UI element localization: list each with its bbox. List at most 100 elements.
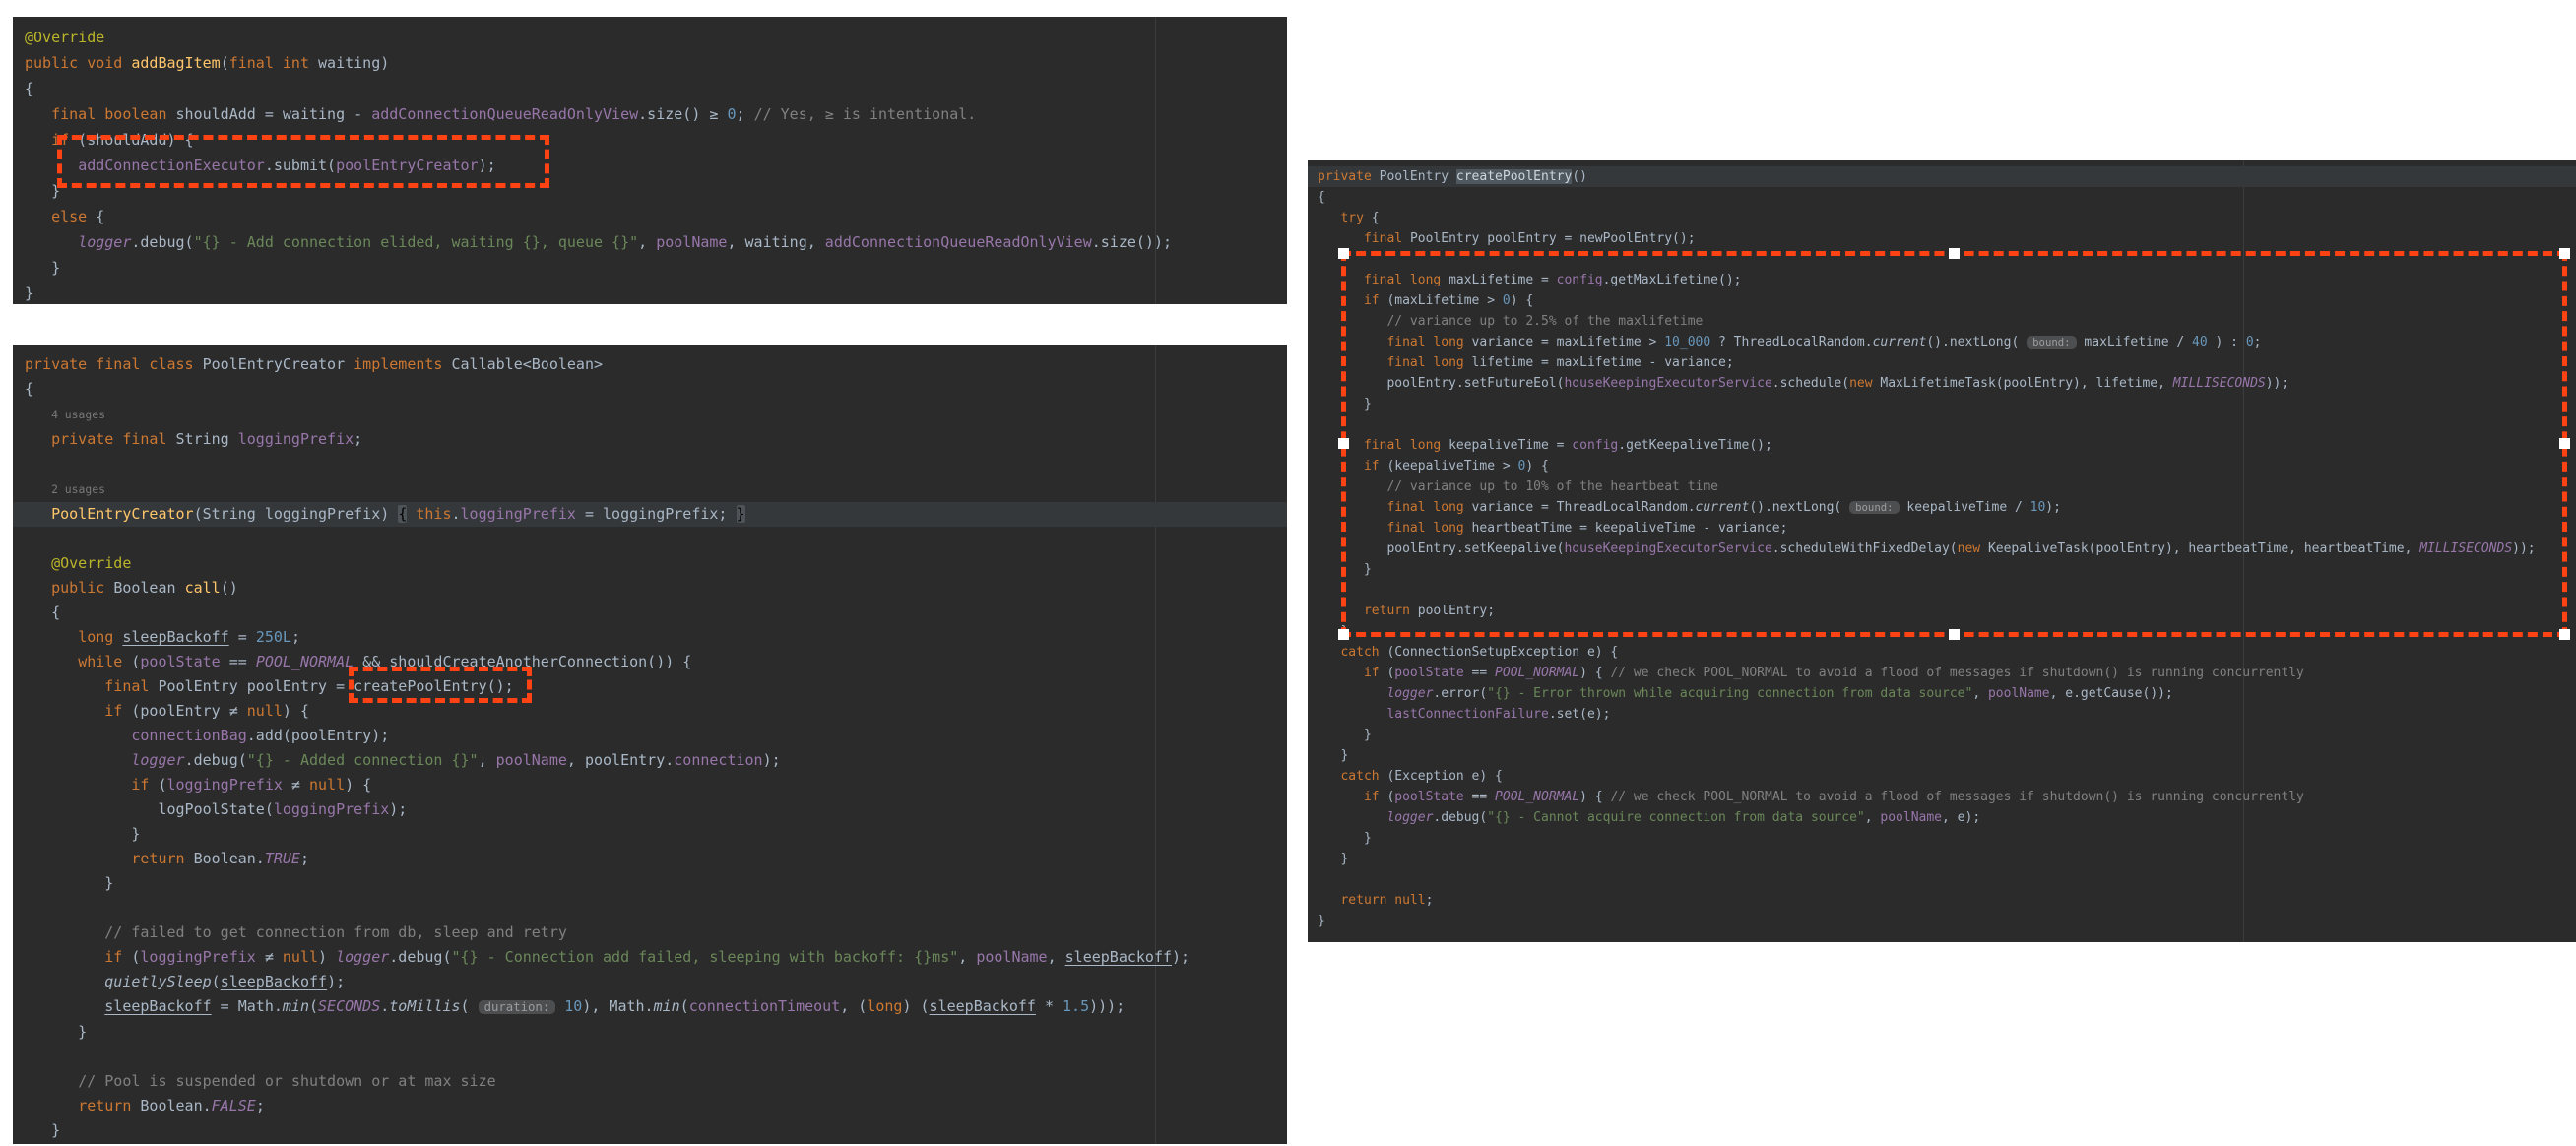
code-token: ) { (345, 776, 371, 794)
code-token: poolName (496, 751, 567, 769)
code-token: .set(e); (1549, 707, 1611, 722)
code-line: quietlySleep(sleepBackoff); (13, 970, 1287, 994)
code-line: // failed to get connection from db, sle… (13, 921, 1287, 945)
code-token: .debug( (185, 751, 247, 769)
code-token: ; (300, 850, 309, 867)
code-token: ) ( (902, 997, 929, 1015)
code-token: ); (1172, 948, 1190, 966)
selection-handle-top-right[interactable] (2559, 248, 2570, 259)
code-line: if (loggingPrefix ≠ null) logger.debug("… (13, 945, 1287, 970)
code-token: ) (318, 948, 336, 966)
code-token: .debug( (1433, 810, 1487, 825)
code-line: } (1308, 849, 2576, 869)
selection-handle-bottom-right[interactable] (2559, 629, 2570, 640)
code-token: poolName (1988, 686, 2050, 701)
code-token (25, 923, 104, 941)
code-token: POOL_NORMAL (1495, 666, 1579, 680)
code-token: // Yes, ≥ is intentional. (754, 105, 977, 123)
code-token: loggingPrefix (274, 800, 389, 818)
code-token (1318, 893, 1340, 908)
code-token: "{} - Add connection elided, waiting {},… (194, 233, 639, 251)
code-token: logger (1386, 810, 1433, 825)
code-token: ≠ (256, 948, 283, 966)
code-token: long (867, 997, 902, 1015)
code-token (25, 405, 51, 422)
code-token: poolState (1394, 790, 1463, 804)
code-line: { (13, 76, 1287, 101)
code-line: } (1308, 828, 2576, 849)
code-token: 250L (256, 628, 291, 646)
code-line: } (1308, 725, 2576, 745)
code-token: } (25, 182, 60, 200)
code-token (25, 677, 104, 695)
code-token: , ( (840, 997, 867, 1015)
code-line: } (1308, 745, 2576, 766)
code-token: ( (309, 997, 318, 1015)
code-token (555, 997, 564, 1015)
selection-handle-bottom-left[interactable] (1338, 629, 1349, 640)
code-token: ( (122, 948, 140, 966)
code-token: this (416, 505, 451, 523)
code-token: } (1318, 831, 1372, 846)
selection-handle-top-left[interactable] (1338, 248, 1349, 259)
code-token: sleepBackoff (221, 973, 327, 990)
annotation-rect-createpoolentry-call[interactable] (349, 667, 532, 703)
code-token: , (479, 751, 496, 769)
code-token (25, 554, 51, 572)
code-token: ; (256, 1097, 265, 1114)
code-token: ; (354, 430, 362, 448)
code-token (25, 727, 131, 744)
code-token: 1.5 (1063, 997, 1089, 1015)
code-line (13, 452, 1287, 477)
code-token: } (1318, 728, 1372, 742)
code-line: return null; (1308, 890, 2576, 911)
code-line (1308, 869, 2576, 890)
code-line: public Boolean call() (13, 576, 1287, 601)
code-line: } (13, 871, 1287, 896)
code-token (25, 776, 131, 794)
code-token: if (104, 702, 122, 720)
code-token: return null (1340, 893, 1425, 908)
code-token: shouldAdd = waiting - (176, 105, 372, 123)
code-token: ) { (283, 702, 309, 720)
selection-handle-middle-right[interactable] (2559, 438, 2570, 449)
code-token: // we check POOL_NORMAL to avoid a flood… (1610, 666, 2303, 680)
code-line: else { (13, 204, 1287, 229)
selection-handle-bottom-middle[interactable] (1949, 629, 1960, 640)
selection-handle-top-middle[interactable] (1949, 248, 1960, 259)
annotation-rect-submit-call[interactable] (57, 135, 549, 188)
code-token: { (25, 380, 33, 398)
selection-handle-middle-left[interactable] (1338, 438, 1349, 449)
code-token: logger (131, 751, 184, 769)
code-panel-addbagitem: @Overridepublic void addBagItem(final in… (13, 17, 1287, 304)
code-token: final int (229, 54, 318, 72)
code-token: Boolean. (194, 850, 265, 867)
code-token: ))); (1089, 997, 1125, 1015)
code-token (1318, 810, 1386, 825)
code-line: PoolEntryCreator(String loggingPrefix) {… (13, 502, 1287, 527)
annotation-rect-lifetime-block[interactable] (1341, 251, 2567, 637)
code-token: , (958, 948, 976, 966)
code-token: null (309, 776, 345, 794)
code-token: PoolEntry (1380, 169, 1456, 184)
code-token: (ConnectionSetupException e) { (1380, 645, 1619, 660)
code-token (25, 208, 51, 225)
code-token: ; (737, 105, 754, 123)
code-token (25, 579, 51, 597)
code-token: () (221, 579, 238, 597)
code-token: "{} - Error thrown while acquiring conne… (1487, 686, 1972, 701)
code-line: private final String loggingPrefix; (13, 427, 1287, 452)
code-token: { (25, 604, 60, 621)
code-token (25, 131, 51, 149)
code-token: .debug( (131, 233, 193, 251)
code-token: implements (354, 355, 451, 373)
code-line: @Override (13, 551, 1287, 576)
code-line: final PoolEntry poolEntry = createPoolEn… (13, 674, 1287, 699)
code-token: "{} - Connection add failed, sleeping wi… (452, 948, 959, 966)
code-line: if (poolState == POOL_NORMAL) { // we ch… (1308, 663, 2576, 683)
code-token (1318, 211, 1340, 225)
code-token (25, 653, 78, 670)
code-token: ; (1426, 893, 1434, 908)
code-token: ); (327, 973, 345, 990)
code-token: == (221, 653, 256, 670)
